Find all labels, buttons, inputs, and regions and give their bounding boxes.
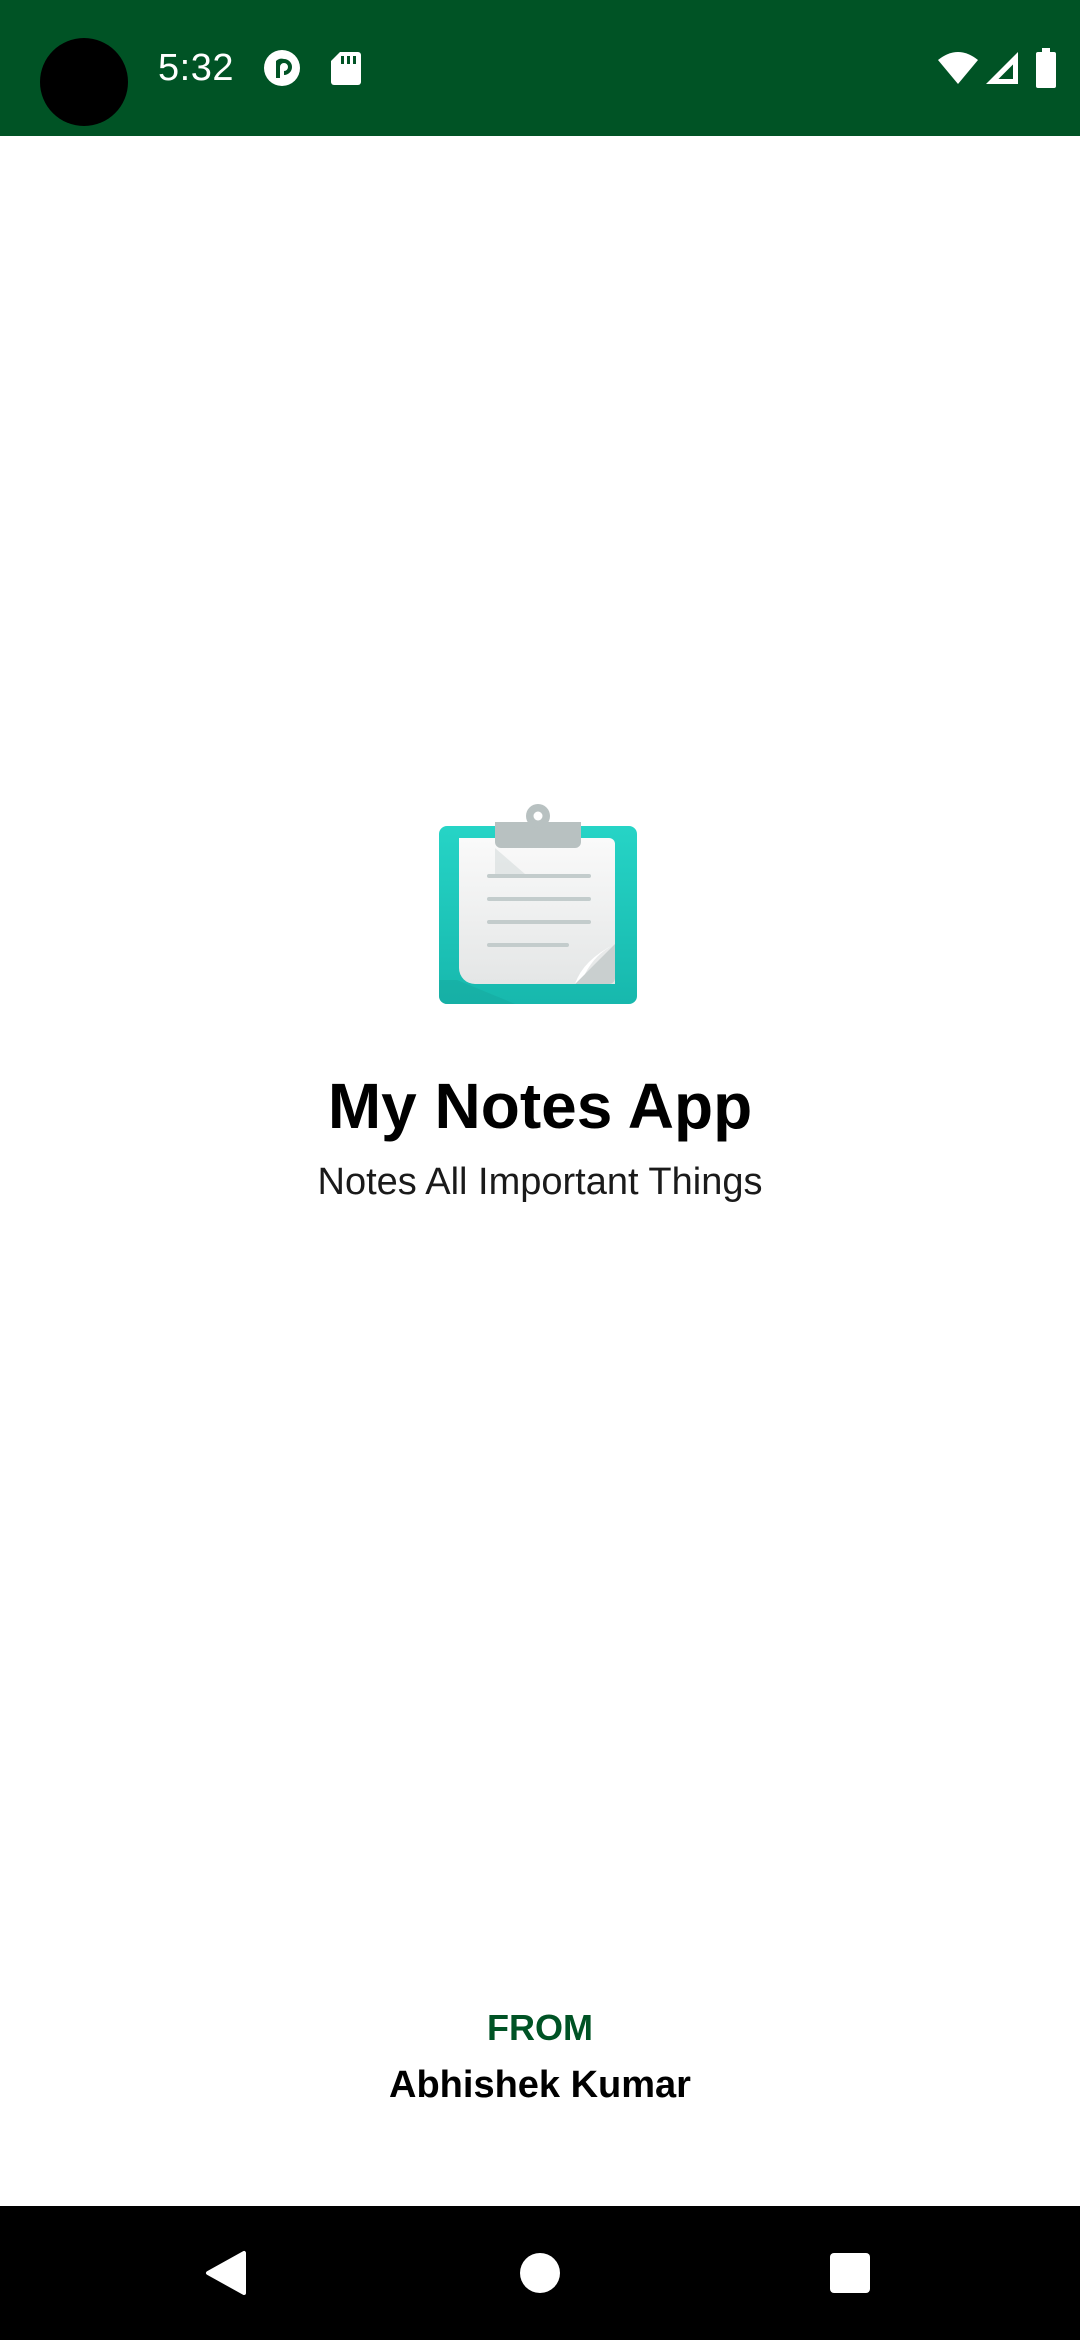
camera-cutout	[40, 38, 128, 126]
splash-screen: 5:32 My Notes App Notes All Important Th…	[0, 0, 1080, 2340]
navigation-bar	[0, 2206, 1080, 2340]
recents-button[interactable]	[805, 2228, 895, 2318]
app-tagline: Notes All Important Things	[317, 1161, 763, 1203]
sd-card-icon	[326, 48, 366, 88]
cell-signal-icon	[982, 48, 1022, 88]
home-button[interactable]	[495, 2228, 585, 2318]
from-label: FROM	[487, 2007, 593, 2048]
app-title: My Notes App	[327, 1070, 753, 1142]
back-button[interactable]	[181, 2228, 271, 2318]
pocket-casts-icon	[262, 48, 302, 88]
recents-icon	[830, 2253, 870, 2293]
status-time: 5:32	[158, 47, 234, 89]
author-name: Abhishek Kumar	[389, 2064, 691, 2106]
wifi-icon	[936, 48, 980, 88]
clipboard-notes-icon	[435, 804, 641, 1008]
back-icon	[206, 2251, 246, 2295]
status-bar: 5:32	[0, 0, 1080, 136]
battery-icon	[1034, 48, 1058, 88]
home-icon	[520, 2253, 560, 2293]
